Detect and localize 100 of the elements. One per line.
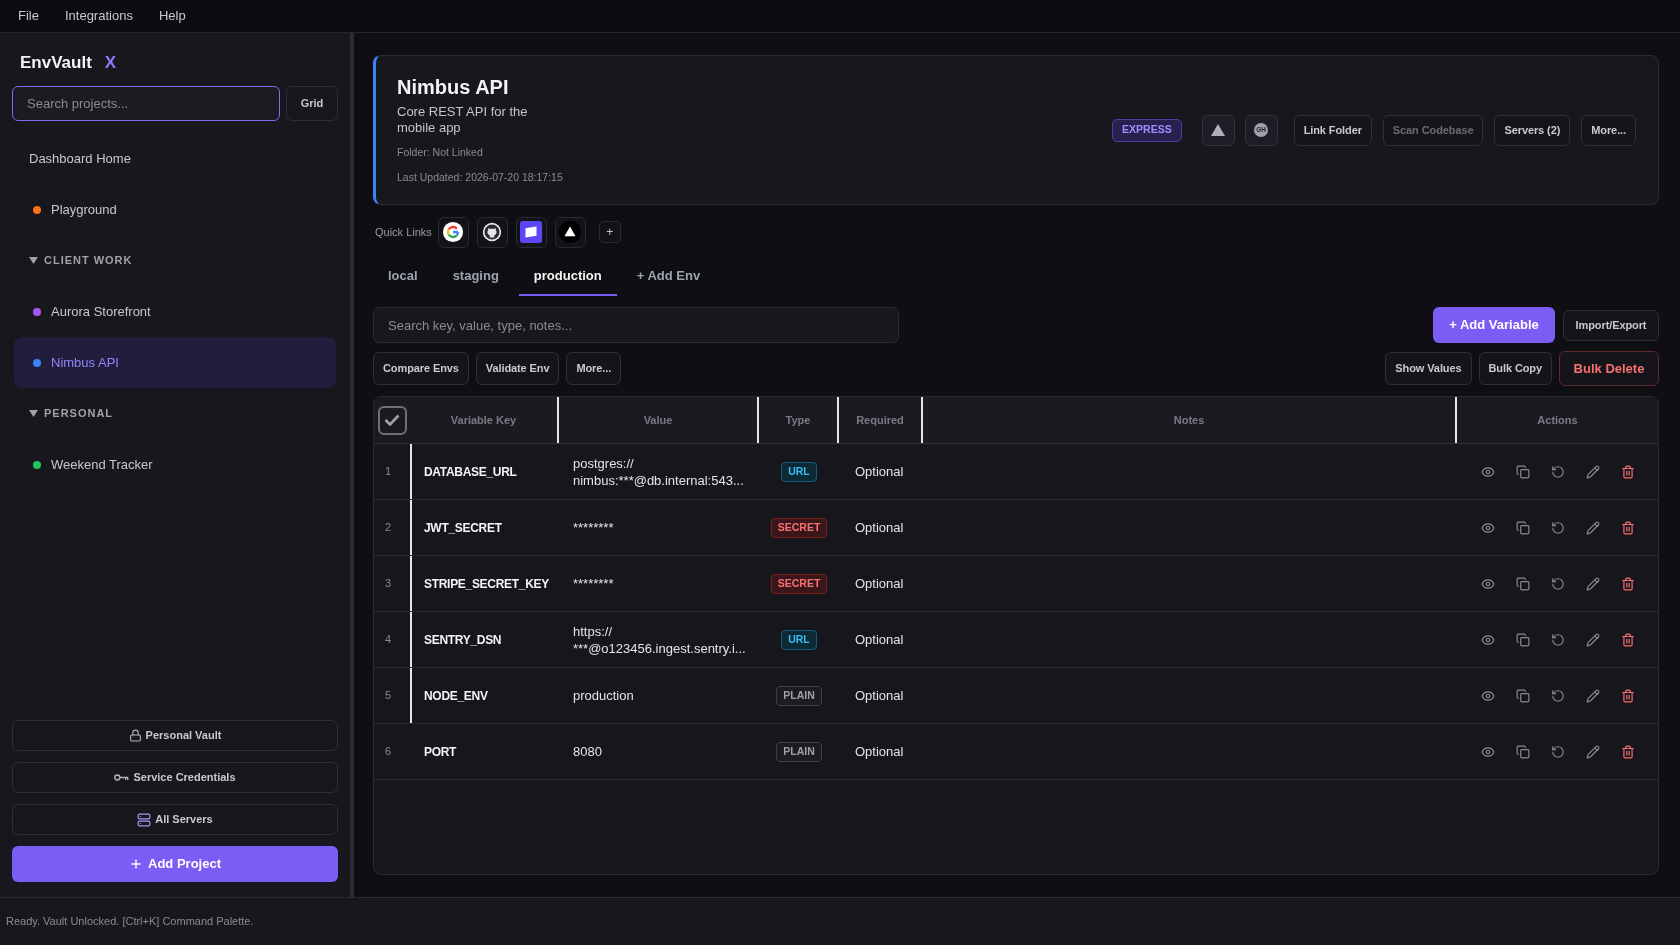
add-variable-button[interactable]: + Add Variable [1433, 307, 1555, 343]
app-title: EnvVault [20, 52, 92, 75]
copy-icon [1515, 632, 1530, 647]
add-env-tab[interactable]: + Add Env [621, 258, 716, 296]
check-icon [384, 414, 400, 426]
env-action-button[interactable]: More... [566, 352, 622, 385]
lock-icon [128, 729, 142, 742]
eye-icon [1480, 576, 1495, 591]
row-number: 4 [384, 632, 393, 648]
menu-item[interactable]: File [5, 6, 52, 26]
menu-item[interactable]: Integrations [51, 6, 146, 26]
eye-icon [1480, 632, 1495, 647]
rotate-arrow-icon [1550, 464, 1565, 479]
sidebar-footer-button[interactable]: Personal Vault [12, 720, 338, 751]
env-tab[interactable]: local [373, 258, 433, 296]
last-updated: Last Updated: 2026-07-20 18:17:15 [397, 169, 563, 185]
project-item[interactable]: Nimbus API [14, 337, 336, 388]
project-description: Core REST API for the mobile app [397, 103, 529, 136]
type-badge: URL [781, 629, 817, 650]
header-action-button[interactable]: Link Folder [1293, 114, 1372, 146]
copy-icon [1515, 520, 1530, 535]
grid-view-button[interactable]: Grid [286, 86, 338, 121]
bulk-delete-button[interactable]: Bulk Delete [1559, 351, 1659, 386]
cat-face-icon [482, 222, 503, 242]
menu-item[interactable]: Help [145, 6, 199, 26]
type-badge: SECRET [770, 517, 828, 538]
quick-links-label: Quick Links [375, 224, 432, 240]
pencil-icon [1585, 520, 1600, 535]
trash-icon [1620, 632, 1635, 647]
env-tab[interactable]: production [518, 258, 617, 296]
pencil-icon [1585, 632, 1600, 647]
sidebar-footer-button[interactable]: All Servers [12, 804, 338, 835]
variable-value: 8080 [572, 743, 603, 761]
group-header[interactable]: CLIENT WORK [14, 235, 336, 286]
rotate-arrow-icon [1550, 688, 1565, 703]
quick-link-button[interactable] [476, 216, 508, 248]
folder-status: Folder: Not Linked [397, 144, 484, 160]
column-header: Required [839, 397, 923, 443]
bulk-action-button[interactable]: Bulk Copy [1478, 352, 1552, 385]
pencil-icon [1585, 464, 1600, 479]
sidebar-footer-button[interactable]: Service Credentials [12, 762, 338, 793]
pencil-icon [1585, 576, 1600, 591]
row-number: 3 [384, 576, 393, 592]
add-quick-link-button[interactable]: + [598, 221, 621, 243]
trash-icon [1620, 464, 1635, 479]
eye-icon [1480, 520, 1495, 535]
nav-link[interactable]: Dashboard Home [14, 133, 336, 184]
project-item[interactable]: Playground [14, 184, 336, 235]
server-icon [137, 812, 152, 827]
required-status: Optional [854, 742, 905, 761]
variable-value: https:// ***@o123456.ingest.sentry.i... [572, 622, 747, 658]
trash-icon [1620, 744, 1635, 759]
variable-value: production [572, 687, 635, 705]
rotate-arrow-icon [1550, 576, 1565, 591]
required-status: Optional [854, 518, 905, 537]
variable-value: postgres:// nimbus:***@db.internal:543... [572, 454, 745, 490]
quick-link-button[interactable] [437, 216, 469, 248]
required-status: Optional [854, 462, 905, 481]
copy-icon [1515, 744, 1530, 759]
quick-link-button[interactable] [515, 216, 547, 248]
header-action-button[interactable]: Servers (2) [1494, 114, 1571, 146]
project-search-field[interactable]: Search projects... [12, 86, 280, 121]
row-number: 2 [384, 520, 393, 536]
group-header[interactable]: PERSONAL [14, 388, 336, 439]
app-logo-mark: X [104, 52, 117, 75]
column-header: Notes [923, 397, 1457, 443]
env-action-button[interactable]: Compare Envs [373, 352, 469, 385]
bulk-action-button[interactable]: Show Values [1385, 352, 1472, 385]
triangle-logo-button[interactable] [1201, 114, 1235, 146]
row-number: 6 [384, 744, 393, 760]
variable-key: NODE_ENV [410, 668, 559, 723]
rotate-arrow-icon [1550, 744, 1565, 759]
variable-key: PORT [410, 724, 559, 779]
rotate-arrow-icon [1550, 632, 1565, 647]
header-action-button[interactable]: More... [1581, 114, 1636, 146]
row-number: 1 [384, 464, 393, 480]
rotate-arrow-icon [1550, 520, 1565, 535]
project-item[interactable]: Aurora Storefront [14, 286, 336, 337]
env-action-button[interactable]: Validate Env [475, 352, 560, 385]
variable-search-field[interactable]: Search key, value, type, notes... [373, 307, 899, 343]
variable-value: ******** [572, 575, 615, 593]
key-icon [114, 773, 130, 782]
type-badge: SECRET [770, 573, 828, 594]
project-item[interactable]: Weekend Tracker [14, 439, 336, 490]
pencil-icon [1585, 688, 1600, 703]
variable-key: JWT_SECRET [410, 500, 559, 555]
column-header: Type [759, 397, 839, 443]
import-export-button[interactable]: Import/Export [1563, 309, 1659, 341]
add-project-button[interactable]: Add Project [12, 846, 338, 882]
trash-icon [1620, 688, 1635, 703]
window-tile-icon [520, 221, 543, 243]
column-header: Variable Key [410, 397, 559, 443]
row-number: 5 [384, 688, 393, 704]
pencil-icon [1585, 744, 1600, 759]
quick-link-button[interactable] [554, 216, 586, 248]
copy-icon [1515, 576, 1530, 591]
select-all-checkbox[interactable] [377, 405, 407, 435]
type-badge: PLAIN [776, 741, 822, 762]
env-tab[interactable]: staging [437, 258, 514, 296]
required-status: Optional [854, 630, 905, 649]
